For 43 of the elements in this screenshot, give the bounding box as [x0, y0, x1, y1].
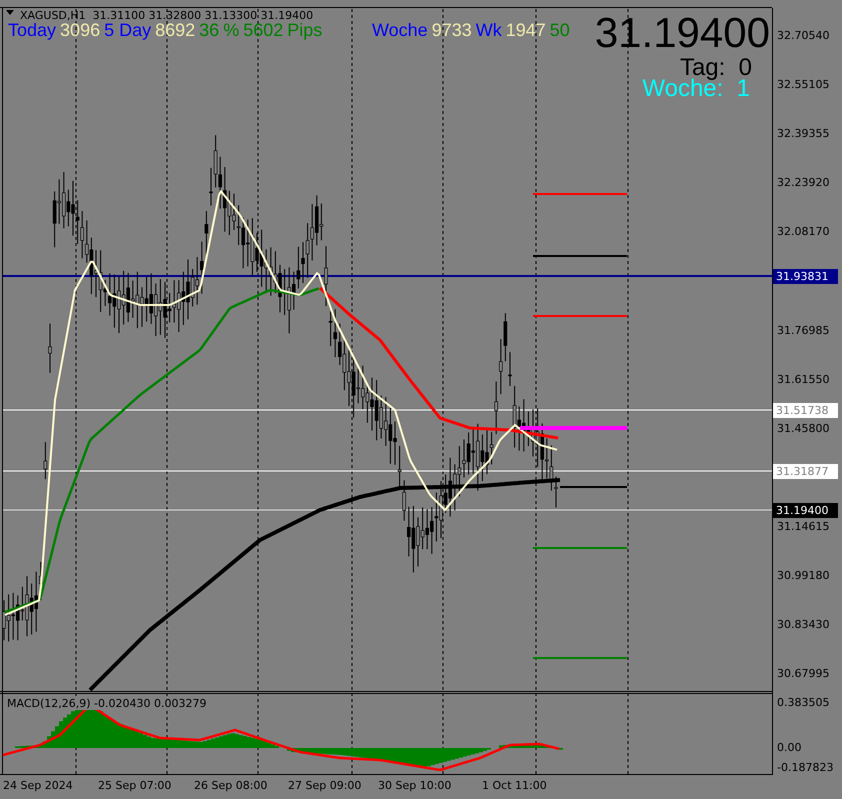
- price-marker: 31.51738: [773, 403, 838, 418]
- time-axis-label: 27 Sep 09:00: [288, 779, 362, 792]
- stat-text: 3096: [60, 20, 100, 41]
- stat-text: Today: [8, 20, 56, 41]
- stat-text: 50: [550, 20, 570, 41]
- price-axis-label: 31.14615: [777, 520, 830, 533]
- current-price: 31.19400: [594, 12, 770, 54]
- price-axis-label: 32.70540: [777, 29, 830, 42]
- price-axis-label: 31.45800: [777, 422, 830, 435]
- price-axis-label: 30.83430: [777, 618, 830, 632]
- stat-text: %: [223, 20, 240, 41]
- price-axis-label: 32.55105: [777, 78, 830, 92]
- day-counter: Tag: 0: [680, 56, 752, 80]
- week-counter: Woche: 1: [642, 77, 750, 101]
- stat-text: 9733: [432, 20, 472, 41]
- indicator-label: MACD(12,26,9) -0.020430 0.003279: [7, 697, 208, 710]
- time-axis-label: 30 Sep 10:00: [378, 779, 452, 792]
- price-marker: 31.93831: [773, 269, 838, 284]
- stat-text: 36: [199, 20, 220, 41]
- price-axis-label: 30.67995: [777, 667, 830, 680]
- price-axis-label: 32.08170: [777, 225, 830, 238]
- stat-text: Pips: [287, 20, 322, 41]
- chart-header: XAGUSD,H1 31.31100 31.32800 31.13300 31.19400: [20, 9, 314, 22]
- stat-text: 1947: [506, 20, 546, 41]
- price-axis-label: 32.23920: [777, 176, 830, 190]
- stat-text: Wk: [476, 20, 502, 41]
- time-axis-label: 26 Sep 08:00: [194, 779, 268, 792]
- price-axis-label: 30.99180: [777, 569, 830, 582]
- stat-text: 5602: [243, 20, 284, 41]
- price-axis-label: 32.39355: [777, 127, 830, 140]
- time-axis-label: 24 Sep 2024: [3, 779, 73, 792]
- indicator-axis-label: 0.00: [777, 741, 802, 754]
- stat-text: Woche: [372, 20, 428, 41]
- stat-text: 5 Day: [104, 20, 152, 41]
- time-axis-label: 25 Sep 07:00: [98, 779, 172, 792]
- time-axis-label: 1 Oct 11:00: [482, 779, 547, 792]
- indicator-axis-label: 0.383505: [777, 696, 830, 709]
- price-axis-label: 31.76985: [777, 324, 830, 337]
- indicator-axis-label: -0.187823: [777, 761, 834, 774]
- price-marker: 31.31877: [773, 464, 838, 479]
- stat-text: 8692: [155, 20, 196, 41]
- price-axis-label: 31.61550: [777, 372, 830, 386]
- price-marker: 31.19400: [773, 503, 838, 518]
